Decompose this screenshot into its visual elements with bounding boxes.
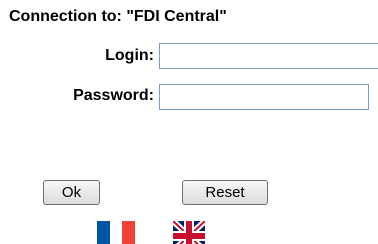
login-label: Login:: [105, 47, 154, 64]
login-input[interactable]: [159, 43, 378, 69]
reset-button[interactable]: Reset: [182, 180, 268, 205]
connection-title: Connection to: "FDI Central": [9, 8, 227, 25]
uk-flag-icon: [173, 221, 205, 244]
ok-button[interactable]: Ok: [43, 180, 100, 205]
password-input[interactable]: [159, 84, 369, 110]
english-language-link[interactable]: [173, 221, 205, 244]
password-label: Password:: [73, 87, 154, 104]
french-language-link[interactable]: [97, 221, 135, 244]
french-flag-icon: [97, 221, 135, 244]
